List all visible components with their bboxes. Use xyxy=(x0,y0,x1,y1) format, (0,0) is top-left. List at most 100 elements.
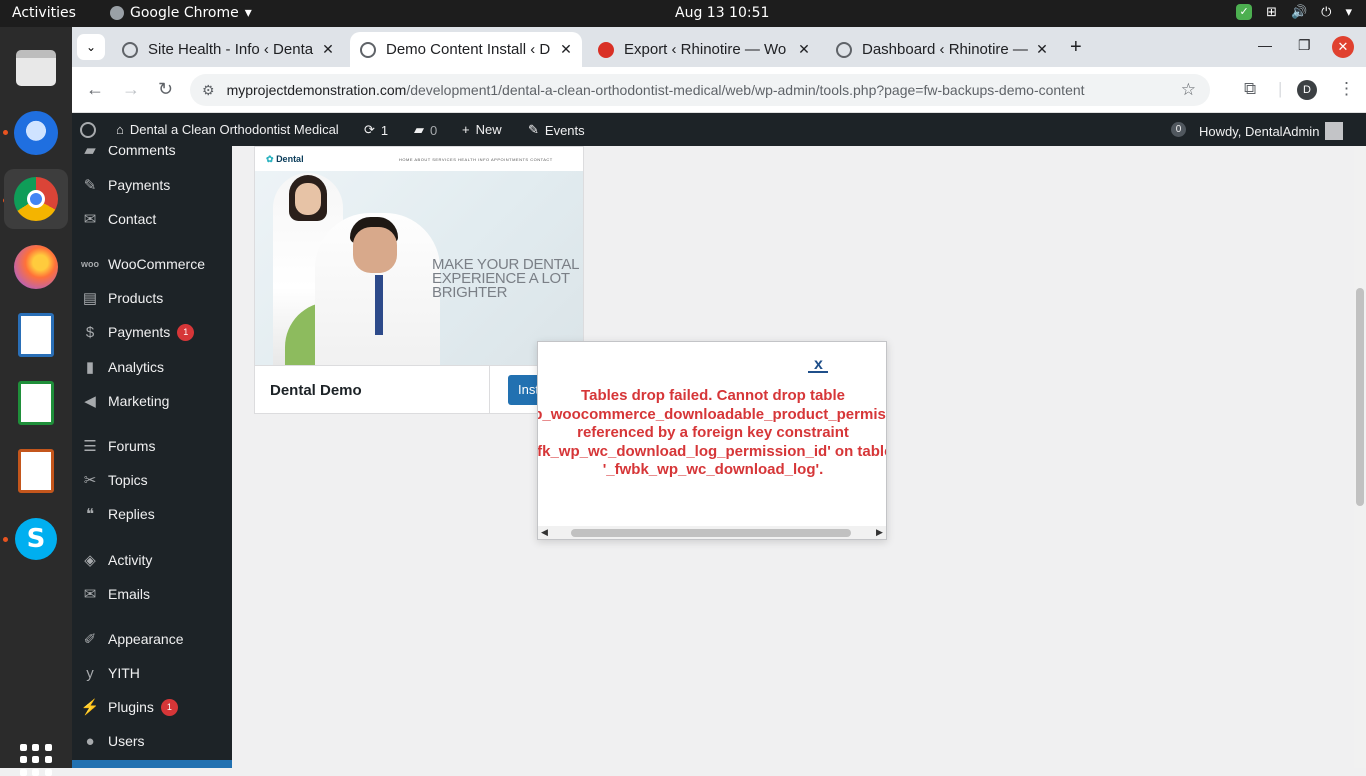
tab-close-icon[interactable]: ✕ xyxy=(1032,41,1052,58)
minimize-button[interactable]: — xyxy=(1258,37,1272,53)
demo-card-footer: Dental Demo Inst xyxy=(255,365,583,414)
updates-link[interactable]: ⟳ 1 xyxy=(364,122,388,138)
menu-comments[interactable]: ▰ Comments xyxy=(72,146,232,165)
calc-icon[interactable] xyxy=(10,377,62,429)
notifications-link[interactable]: 0 xyxy=(1171,122,1186,137)
activity-icon: ◈ xyxy=(84,552,96,569)
menu-marketing[interactable]: ◀ Marketing xyxy=(72,386,232,416)
tab-close-icon[interactable]: ✕ xyxy=(794,41,814,58)
extensions-icon[interactable]: ⧉ xyxy=(1244,79,1256,99)
demo-preview-logo-text: Dental xyxy=(276,154,304,164)
menu-replies[interactable]: ❝ Replies xyxy=(72,499,232,529)
menu-label: Plugins xyxy=(108,699,154,715)
activities-button[interactable]: Activities xyxy=(12,5,76,21)
tab-close-icon[interactable]: ✕ xyxy=(318,41,338,58)
refresh-icon: ⟳ xyxy=(364,122,375,137)
forward-button[interactable]: → xyxy=(122,79,140,100)
address-bar[interactable]: ⚙ myprojectdemonstration.com/development… xyxy=(190,74,1210,106)
modal-horizontal-scrollbar[interactable]: ◀ ▶ xyxy=(538,526,886,539)
thunderbird-icon[interactable] xyxy=(10,107,62,159)
menu-plugins[interactable]: ⚡ Plugins 1 xyxy=(72,692,232,722)
site-name-link[interactable]: ⌂ Dental a Clean Orthodontist Medical xyxy=(116,122,339,137)
close-icon[interactable]: x xyxy=(808,356,828,374)
maximize-button[interactable]: ❐ xyxy=(1298,37,1311,54)
page-scrollbar[interactable] xyxy=(1354,146,1366,768)
caret-down-icon: ▾ xyxy=(244,5,252,21)
mail-icon: ✉ xyxy=(83,586,97,603)
menu-emails[interactable]: ✉ Emails xyxy=(72,579,232,609)
scroll-right-icon[interactable]: ▶ xyxy=(876,527,883,538)
menu-analytics[interactable]: ▮ Analytics xyxy=(72,352,232,382)
system-tray[interactable]: ✓ ⊞ 🔊 ⏻ ▾ xyxy=(1236,4,1352,20)
show-apps-icon[interactable] xyxy=(20,744,52,776)
wordpress-logo-icon[interactable] xyxy=(80,122,96,138)
tab-search-button[interactable]: ⌄ xyxy=(77,34,105,60)
menu-payments[interactable]: $ Payments 1 xyxy=(72,317,232,347)
menu-appearance[interactable]: ✐ Appearance xyxy=(72,624,232,654)
close-window-button[interactable]: ✕ xyxy=(1332,36,1354,58)
menu-label: WooCommerce xyxy=(108,256,205,272)
menu-contact[interactable]: ✉ Contact xyxy=(72,204,232,234)
new-content-link[interactable]: + New xyxy=(462,122,502,137)
error-modal: x Tables drop failed. Cannot drop table … xyxy=(537,341,887,540)
comments-icon: ▰ xyxy=(84,146,96,159)
menu-label: Marketing xyxy=(108,393,170,409)
menu-topics[interactable]: ✂ Topics xyxy=(72,465,232,495)
tab-title: Dashboard ‹ Rhinotire — xyxy=(862,41,1028,58)
menu-yith[interactable]: y YITH xyxy=(72,658,232,688)
menu-products[interactable]: ▤ Products xyxy=(72,283,232,313)
globe-icon xyxy=(836,41,852,58)
chrome-icon[interactable] xyxy=(4,169,68,229)
menu-users[interactable]: ● Users xyxy=(72,726,232,756)
writer-icon[interactable] xyxy=(10,309,62,361)
tab-close-icon[interactable]: ✕ xyxy=(556,41,576,58)
menu-label: Contact xyxy=(108,211,157,227)
tab-demo-content[interactable]: Demo Content Install ‹ D ✕ xyxy=(350,32,582,67)
volume-icon: 🔊 xyxy=(1290,4,1308,20)
wp-admin-menu: ▰ Comments ✎ Payments ✉ Contact woo WooComme… xyxy=(72,146,232,768)
menu-forums[interactable]: ☰ Forums xyxy=(72,431,232,461)
clock[interactable]: Aug 13 10:51 xyxy=(675,5,769,21)
back-button[interactable]: ← xyxy=(86,79,104,100)
profile-avatar[interactable]: D xyxy=(1297,80,1317,100)
scrollbar-thumb[interactable] xyxy=(1356,288,1364,506)
events-label: Events xyxy=(544,122,585,138)
menu-activity[interactable]: ◈ Activity xyxy=(72,545,232,575)
tab-site-health[interactable]: Site Health - Info ‹ Denta ✕ xyxy=(112,32,344,67)
scrollbar-thumb[interactable] xyxy=(571,529,851,537)
files-icon[interactable] xyxy=(10,42,62,94)
shield-check-icon[interactable]: ✓ xyxy=(1236,4,1253,20)
yith-icon: y xyxy=(86,664,94,682)
tab-title: Demo Content Install ‹ D xyxy=(386,41,551,58)
my-account-link[interactable]: Howdy, DentalAdmin xyxy=(1199,122,1344,140)
demo-preview-headline: MAKE YOUR DENTAL EXPERIENCE A LOT BRIGHT… xyxy=(432,256,579,301)
events-link[interactable]: ✎ Events xyxy=(528,122,585,138)
demo-preview-links: HOME ABOUT SERVICES HEALTH INFO APPOINTM… xyxy=(399,157,553,162)
archive-icon: ▤ xyxy=(82,290,98,307)
chrome-small-icon xyxy=(110,6,124,20)
reload-button[interactable]: ↻ xyxy=(158,79,173,100)
comments-link[interactable]: ▰ 0 xyxy=(414,122,437,138)
tab-dashboard[interactable]: Dashboard ‹ Rhinotire — ✕ xyxy=(826,32,1058,67)
plugin-icon: ⚡ xyxy=(80,699,100,716)
rhinotire-favicon xyxy=(598,41,614,58)
more-menu-icon[interactable]: ⋮ xyxy=(1338,79,1355,99)
site-info-icon[interactable]: ⚙ xyxy=(202,82,215,99)
megaphone-icon: ◀ xyxy=(84,393,96,410)
skype-icon[interactable]: S xyxy=(10,513,62,565)
new-tab-button[interactable]: + xyxy=(1070,36,1082,59)
toolbar-divider: | xyxy=(1278,79,1283,98)
bookmark-star-icon[interactable]: ☆ xyxy=(1181,80,1196,100)
tools-icon: ✂ xyxy=(83,472,97,489)
impress-icon[interactable] xyxy=(10,445,62,497)
woo-icon: woo xyxy=(81,259,99,269)
firefox-icon[interactable] xyxy=(10,241,62,293)
scroll-left-icon[interactable]: ◀ xyxy=(541,527,548,538)
menu-woocommerce[interactable]: woo WooCommerce xyxy=(72,249,232,279)
menu-payments-form[interactable]: ✎ Payments xyxy=(72,170,232,200)
tab-export[interactable]: Export ‹ Rhinotire — Wo ✕ xyxy=(588,32,820,67)
plus-icon: + xyxy=(462,122,470,137)
app-menu[interactable]: Google Chrome ▾ xyxy=(110,5,252,21)
menu-label: Emails xyxy=(108,586,151,602)
notifications-count: 0 xyxy=(1171,122,1186,137)
